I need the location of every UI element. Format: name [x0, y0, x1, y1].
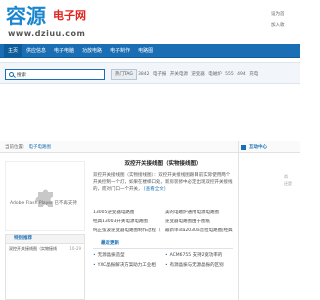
special-row-date: 10-29 — [69, 246, 81, 251]
hot-tag[interactable]: 494 — [237, 72, 246, 77]
related-item[interactable]: 逆变器电路图由于图纸 — [165, 219, 233, 225]
flash-placeholder: Adobe Flash Player 已不再支持 — [5, 161, 85, 231]
related-item[interactable]: 最新单ida2030a音拉电路图|经典 — [165, 228, 233, 234]
sidebar-row: 还是 — [284, 181, 292, 186]
sidebar-header: 互动中心 — [239, 141, 300, 153]
logo-url: www.dziuu.com — [8, 29, 86, 38]
nav-item-home[interactable]: 主页 — [4, 44, 23, 58]
search-box — [5, 69, 105, 80]
logo-chinese-name: 容源 — [6, 4, 46, 28]
sidebar-marker-icon — [241, 145, 246, 150]
read-more-link[interactable]: [查看全文] — [144, 187, 166, 192]
breadcrumb-prefix: 当前位置: — [5, 144, 25, 150]
related-item[interactable]: 13005逆变器电路图 — [93, 210, 161, 216]
nav-item-supply[interactable]: 供应信息 — [22, 44, 50, 58]
header-links: 设为首 加入收 — [271, 12, 285, 29]
special-title: 特别推荐 — [14, 236, 32, 241]
hot-tag[interactable]: 开关电源 — [170, 72, 188, 77]
sidebar-title: 互动中心 — [249, 144, 267, 150]
site-header: 容源 电子网 www.dziuu.com 设为首 加入收 — [0, 0, 300, 44]
hot-tag[interactable]: 电磁炉 — [208, 72, 222, 77]
nav-item-amplifier[interactable]: 功放电路 — [78, 44, 106, 58]
search-icon[interactable] — [9, 72, 14, 77]
related-item[interactable]: 经典13003开关电源电路图 — [93, 219, 161, 225]
breadcrumb: 当前位置: 电子电路图 — [0, 141, 238, 153]
hot-tag[interactable]: 555 — [225, 72, 234, 77]
article-summary: 双控开关接线图（实物接线图）：双控开关接线图跟目前实际使用两个开关控制一个灯，如… — [93, 172, 233, 193]
hot-tag[interactable]: 电子报 — [153, 72, 167, 77]
special-header: 特别推荐 — [6, 235, 84, 244]
hot-tag-list: 3842 电子报 开关电源 逆变器 电磁炉 555 494 充电 — [138, 69, 260, 80]
hot-tag[interactable]: 逆变器 — [191, 72, 205, 77]
special-row[interactable]: 双控开关接线图（实物接线 10-29 — [6, 244, 84, 254]
right-sidebar: 互动中心 — [238, 141, 300, 300]
nav-item-diy[interactable]: 电子制作 — [106, 44, 134, 58]
set-homepage-link[interactable]: 设为首 — [271, 12, 285, 18]
logo-suffix: 电子网 — [53, 9, 86, 22]
latest-header: 最近更新 — [93, 240, 233, 249]
main-nav: 主页 供应信息 电子电脑 功放电路 电子制作 电路图 — [0, 44, 300, 58]
search-input[interactable] — [17, 72, 102, 77]
latest-list: 无源晶振造型 ACM6755 支持2宽功率的 YXC晶振解决方案助力工业相 有源… — [93, 252, 233, 269]
main-content: Adobe Flash Player 已不再支持 双控开关接线图（实物接线图） … — [0, 153, 238, 300]
plugin-icon — [35, 189, 53, 207]
nav-item-circuit[interactable]: 电路图 — [134, 44, 157, 58]
article-title[interactable]: 双控开关接线图（实物接线图） — [93, 159, 233, 167]
latest-title: 最近更新 — [101, 241, 119, 246]
flash-message: Adobe Flash Player 已不再支持 — [10, 201, 77, 206]
sidebar-row: 尚 — [284, 174, 288, 179]
breadcrumb-link[interactable]: 电子电路图 — [29, 144, 52, 150]
latest-item[interactable]: 有源晶振与无源晶振的区别 — [165, 262, 233, 269]
search-bar: 热门TAG 3842 电子报 开关电源 逆变器 电磁炉 555 494 充电 — [0, 62, 300, 84]
latest-item[interactable]: ACM6755 支持2宽功率的 — [165, 252, 233, 259]
hot-tag[interactable]: 3842 — [138, 72, 149, 77]
special-row-text[interactable]: 双控开关接线图（实物接线 — [9, 246, 57, 252]
related-item[interactable]: 美的电磁炉通用电源电路图 — [165, 210, 233, 216]
add-favorite-link[interactable]: 加入收 — [271, 23, 285, 29]
special-box: 特别推荐 双控开关接线图（实物接线 10-29 — [5, 234, 85, 300]
nav-item-electronics[interactable]: 电子电脑 — [50, 44, 78, 58]
related-item[interactable]: 纯正弦波逆变器电路图制作过程（ — [93, 228, 161, 234]
hot-tag-label: 热门TAG — [111, 69, 137, 80]
hot-tag[interactable]: 充电 — [249, 72, 258, 77]
latest-item[interactable]: 无源晶振造型 — [93, 252, 161, 259]
related-list: 13005逆变器电路图 美的电磁炉通用电源电路图 经典13003开关电源电路图 … — [93, 210, 233, 234]
site-logo[interactable]: 容源 电子网 www.dziuu.com — [6, 5, 126, 41]
latest-item[interactable]: YXC晶振解决方案助力工业相 — [93, 262, 161, 269]
